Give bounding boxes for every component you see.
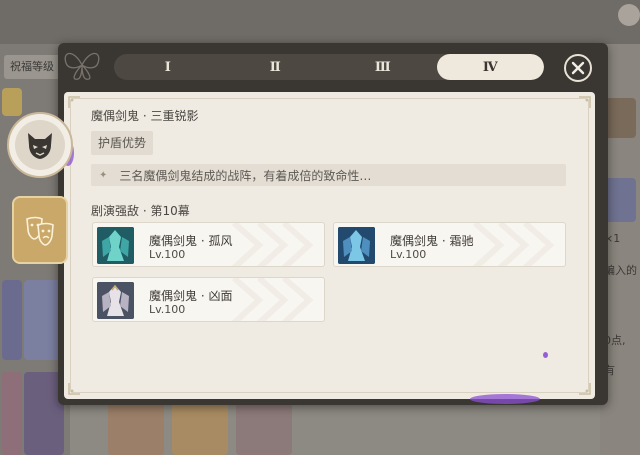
enemy-card[interactable]: 魔偶剑鬼 · 霜驰 Lv.100: [333, 222, 566, 267]
trait-badge: 护盾优势: [91, 131, 154, 155]
enemy-card[interactable]: 魔偶剑鬼 · 孤风 Lv.100: [92, 222, 325, 267]
enemy-portrait-icon: [97, 282, 134, 319]
enemy-card[interactable]: 魔偶剑鬼 · 凶面 Lv.100: [92, 277, 325, 322]
butterfly-icon: [64, 52, 100, 80]
enemy-portrait: [338, 227, 375, 264]
corner-ornament-icon: [68, 383, 80, 395]
background-right-text: 编入的: [604, 264, 637, 277]
tab-bar: Ⅰ Ⅱ Ⅲ Ⅳ: [114, 54, 544, 80]
close-button[interactable]: [564, 54, 592, 82]
enemy-name: 魔偶剑鬼 · 霜驰: [390, 234, 474, 248]
tab-1[interactable]: Ⅰ: [114, 54, 222, 80]
enemy-name: 魔偶剑鬼 · 孤风: [149, 234, 233, 248]
description-text: 三名魔偶剑鬼结成的战阵，有着成倍的致命性…: [119, 168, 372, 183]
enemy-portrait-icon: [97, 227, 134, 264]
background-tile: [2, 88, 22, 116]
sparkle-icon: ✦: [99, 169, 108, 181]
purple-glow-effect: [543, 352, 548, 358]
theater-masks-icon: [26, 216, 54, 246]
close-icon: [571, 61, 585, 75]
tab-2[interactable]: Ⅱ: [222, 54, 330, 80]
enemy-group-selected-icon[interactable]: [7, 112, 73, 178]
enemy-name: 魔偶剑鬼 · 凶面: [149, 289, 233, 303]
enemy-group-icon[interactable]: [12, 196, 68, 264]
enemy-portrait: [97, 282, 134, 319]
corner-ornament-icon: [68, 96, 80, 108]
purple-glow-effect: [470, 394, 540, 404]
background-topbar: [0, 0, 640, 44]
description-row: ✦ 三名魔偶剑鬼结成的战阵，有着成倍的致命性…: [91, 164, 566, 186]
background-left-tab: 祝福等级: [4, 55, 66, 79]
enemy-level: Lv.100: [149, 303, 186, 316]
background-tile: [2, 372, 22, 455]
background-tile: [604, 98, 636, 138]
demon-mask-icon: [28, 133, 52, 159]
tab-3[interactable]: Ⅲ: [329, 54, 437, 80]
enemy-portrait: [97, 227, 134, 264]
enemy-level: Lv.100: [390, 248, 427, 261]
tab-4[interactable]: Ⅳ: [436, 54, 544, 80]
background-tile: [604, 178, 636, 222]
background-tile: [2, 280, 22, 360]
section-title: 剧演强敌 · 第10幕: [91, 204, 190, 218]
background-close-circle: [618, 4, 640, 26]
corner-ornament-icon: [579, 383, 591, 395]
enemy-level: Lv.100: [149, 248, 186, 261]
corner-ornament-icon: [579, 96, 591, 108]
enemy-group-title: 魔偶剑鬼 · 三重锐影: [91, 109, 199, 123]
enemy-portrait-icon: [338, 227, 375, 264]
